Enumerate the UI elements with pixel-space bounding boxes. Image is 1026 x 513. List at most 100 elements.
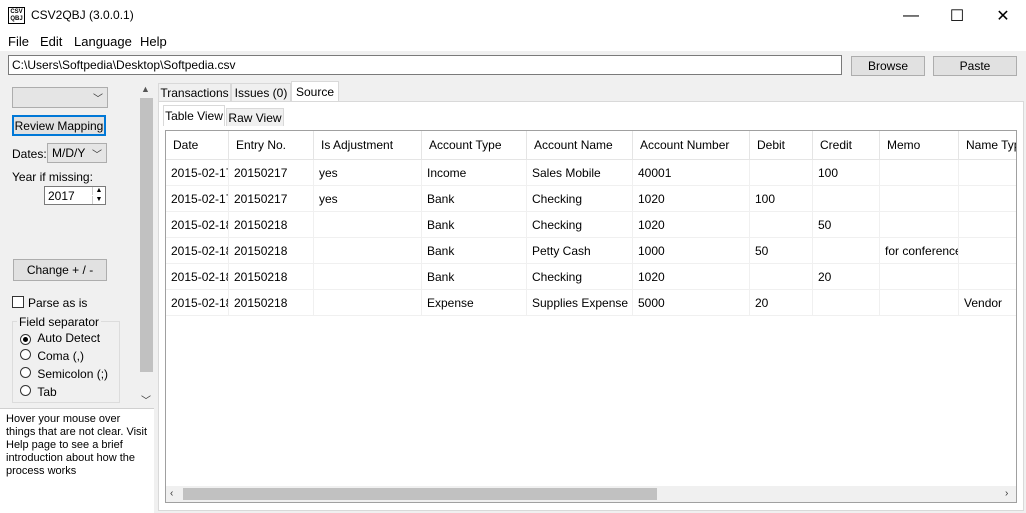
table-cell[interactable]: 1020: [633, 186, 750, 212]
radio-auto-detect[interactable]: Auto Detect: [20, 331, 100, 345]
left-scrollbar-thumb[interactable]: [140, 98, 153, 372]
table-cell[interactable]: 2015-02-18: [166, 238, 229, 264]
table-cell[interactable]: Bank: [422, 238, 527, 264]
table-cell[interactable]: [813, 238, 880, 264]
table-cell[interactable]: 20150217: [229, 186, 314, 212]
table-cell[interactable]: [880, 160, 959, 186]
table-cell[interactable]: Sales Mobile: [527, 160, 633, 186]
column-header[interactable]: Account Name: [527, 131, 633, 160]
column-header[interactable]: Account Number: [633, 131, 750, 160]
column-header[interactable]: Date: [166, 131, 229, 160]
table-cell[interactable]: Bank: [422, 264, 527, 290]
browse-button[interactable]: Browse: [851, 56, 925, 76]
table-cell[interactable]: 5000: [633, 290, 750, 316]
table-cell[interactable]: 2015-02-17: [166, 160, 229, 186]
column-header[interactable]: Name Type: [959, 131, 1016, 160]
table-cell[interactable]: 20150218: [229, 290, 314, 316]
table-cell[interactable]: 20150218: [229, 238, 314, 264]
table-cell[interactable]: [813, 186, 880, 212]
table-cell[interactable]: 100: [813, 160, 880, 186]
column-header[interactable]: Debit: [750, 131, 813, 160]
subtab-table-view[interactable]: Table View: [163, 105, 225, 126]
down-arrow-icon[interactable]: ▼: [92, 196, 105, 204]
tab-transactions[interactable]: Transactions: [158, 83, 231, 102]
up-arrow-icon[interactable]: ▲: [92, 187, 105, 195]
tab-issues[interactable]: Issues (0): [231, 83, 291, 102]
table-cell[interactable]: 20150218: [229, 264, 314, 290]
parse-as-is-checkbox[interactable]: [12, 296, 24, 308]
radio-coma[interactable]: Coma (,): [20, 349, 84, 363]
table-cell[interactable]: Expense: [422, 290, 527, 316]
table-cell[interactable]: yes: [314, 186, 422, 212]
table-cell[interactable]: Vendor: [959, 290, 1016, 316]
year-stepper[interactable]: 2017 ▲ ▼: [44, 186, 106, 205]
table-cell[interactable]: [959, 186, 1016, 212]
table-cell[interactable]: [880, 264, 959, 290]
table-cell[interactable]: Checking: [527, 186, 633, 212]
menu-language[interactable]: Language: [74, 34, 132, 49]
table-cell[interactable]: 2015-02-18: [166, 264, 229, 290]
column-header[interactable]: Credit: [813, 131, 880, 160]
table-cell[interactable]: 2015-02-17: [166, 186, 229, 212]
table-cell[interactable]: 40001: [633, 160, 750, 186]
table-cell[interactable]: [959, 160, 1016, 186]
column-header[interactable]: Account Type: [422, 131, 527, 160]
minimize-button[interactable]: —: [888, 0, 934, 31]
table-cell[interactable]: 2015-02-18: [166, 212, 229, 238]
menu-file[interactable]: File: [8, 34, 29, 49]
table-cell[interactable]: Checking: [527, 212, 633, 238]
table-cell[interactable]: 100: [750, 186, 813, 212]
paste-button[interactable]: Paste: [933, 56, 1017, 76]
column-header[interactable]: Is Adjustment: [314, 131, 422, 160]
table-cell[interactable]: 20: [750, 290, 813, 316]
radio-semicolon[interactable]: Semicolon (;): [20, 367, 108, 381]
scroll-up-icon[interactable]: ▲: [141, 84, 150, 94]
table-cell[interactable]: 1020: [633, 264, 750, 290]
table-cell[interactable]: 20150217: [229, 160, 314, 186]
change-sign-button[interactable]: Change + / -: [13, 259, 107, 281]
table-cell[interactable]: Bank: [422, 186, 527, 212]
mapping-select[interactable]: ﹀: [12, 87, 108, 108]
scroll-left-icon[interactable]: ‹: [170, 488, 173, 499]
table-cell[interactable]: Income: [422, 160, 527, 186]
table-cell[interactable]: [314, 290, 422, 316]
table-cell[interactable]: [750, 212, 813, 238]
close-button[interactable]: ✕: [980, 0, 1026, 31]
review-mapping-button[interactable]: Review Mapping: [12, 115, 106, 136]
column-header[interactable]: Entry No.: [229, 131, 314, 160]
table-cell[interactable]: 20: [813, 264, 880, 290]
scroll-down-icon[interactable]: ﹀: [141, 392, 151, 407]
table-cell[interactable]: [959, 212, 1016, 238]
table-cell[interactable]: [959, 238, 1016, 264]
table-cell[interactable]: Supplies Expense: [527, 290, 633, 316]
table-cell[interactable]: 50: [813, 212, 880, 238]
table-cell[interactable]: [880, 212, 959, 238]
dates-select[interactable]: M/D/Y ﹀: [47, 143, 107, 163]
table-cell[interactable]: 2015-02-18: [166, 290, 229, 316]
radio-tab[interactable]: Tab: [20, 385, 57, 399]
table-cell[interactable]: [314, 238, 422, 264]
table-cell[interactable]: [314, 264, 422, 290]
table-cell[interactable]: for conference: [880, 238, 959, 264]
table-cell[interactable]: [750, 160, 813, 186]
table-cell[interactable]: 50: [750, 238, 813, 264]
table-cell[interactable]: [750, 264, 813, 290]
table-cell[interactable]: 20150218: [229, 212, 314, 238]
table-cell[interactable]: 1000: [633, 238, 750, 264]
table-cell[interactable]: Bank: [422, 212, 527, 238]
subtab-raw-view[interactable]: Raw View: [226, 108, 284, 126]
table-scrollbar-thumb[interactable]: [183, 488, 657, 500]
scroll-right-icon[interactable]: ›: [1005, 488, 1008, 499]
table-cell[interactable]: yes: [314, 160, 422, 186]
table-cell[interactable]: 1020: [633, 212, 750, 238]
file-path-input[interactable]: [8, 55, 842, 75]
tab-source[interactable]: Source: [291, 81, 339, 102]
table-cell[interactable]: [880, 186, 959, 212]
table-cell[interactable]: [880, 290, 959, 316]
table-cell[interactable]: [813, 290, 880, 316]
table-cell[interactable]: [959, 264, 1016, 290]
table-cell[interactable]: Petty Cash: [527, 238, 633, 264]
column-header[interactable]: Memo: [880, 131, 959, 160]
table-cell[interactable]: Checking: [527, 264, 633, 290]
table-cell[interactable]: [314, 212, 422, 238]
